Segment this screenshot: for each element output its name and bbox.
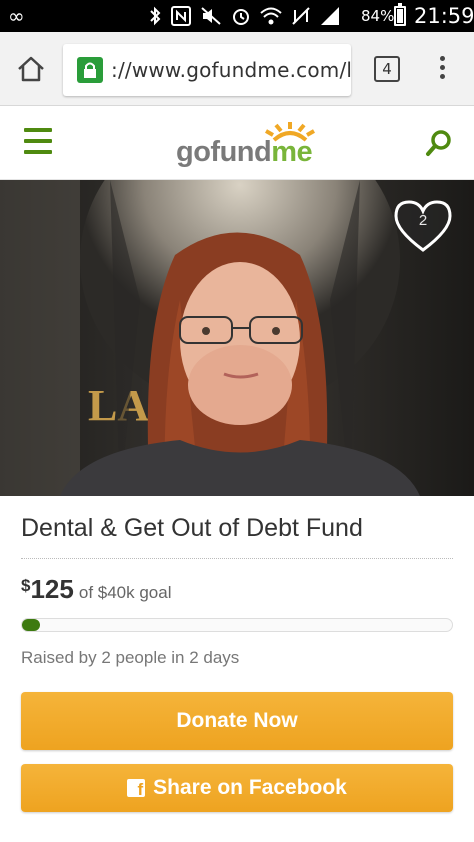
raised-by-text: Raised by 2 people in 2 days [21, 648, 240, 667]
address-bar[interactable]: ://www.gofundme.com/l [63, 44, 351, 96]
home-icon[interactable] [16, 54, 46, 84]
funds-raised: $125 of $40k goal [21, 574, 172, 605]
progress-fill [22, 619, 40, 631]
progress-bar [21, 618, 453, 632]
overflow-menu-icon[interactable] [436, 54, 448, 84]
url-text[interactable]: ://www.gofundme.com/l [111, 58, 351, 82]
clock: 21:59 [414, 4, 474, 28]
nfc-icon [171, 6, 191, 26]
donate-button[interactable]: Donate Now [21, 692, 453, 750]
battery-percent: 84% [361, 7, 395, 25]
currency-symbol: $ [21, 576, 31, 595]
facebook-icon: f [127, 779, 146, 798]
hamburger-menu-icon[interactable] [24, 128, 52, 154]
battery-icon [394, 3, 406, 26]
bluetooth-icon [150, 6, 161, 26]
wifi-icon [260, 7, 282, 25]
lock-icon [77, 57, 103, 83]
divider [21, 558, 453, 559]
goal-text: of $40k goal [78, 583, 172, 602]
status-bar: ∞ 84% 21:59 [0, 0, 474, 32]
gofundme-logo[interactable]: gofundme [176, 120, 326, 170]
logo-text-b: me [271, 136, 313, 168]
share-label: Share on Facebook [153, 776, 347, 799]
alarm-icon [233, 9, 249, 25]
site-header: gofundme [0, 106, 474, 180]
browser-toolbar: ://www.gofundme.com/l 4 [0, 32, 474, 106]
share-facebook-button[interactable]: f Share on Facebook [21, 764, 453, 812]
mute-icon [201, 7, 221, 25]
favorite-count: 2 [418, 212, 428, 229]
status-icons [148, 5, 340, 27]
data-off-icon [292, 7, 310, 25]
raised-amount: 125 [30, 574, 74, 604]
campaign-title: Dental & Get Out of Debt Fund [21, 514, 363, 542]
search-icon[interactable] [424, 128, 454, 158]
logo-text-a: gofund [176, 136, 272, 168]
infinity-icon: ∞ [8, 4, 25, 28]
tab-switcher-button[interactable]: 4 [374, 56, 400, 82]
signal-icon [321, 7, 339, 25]
